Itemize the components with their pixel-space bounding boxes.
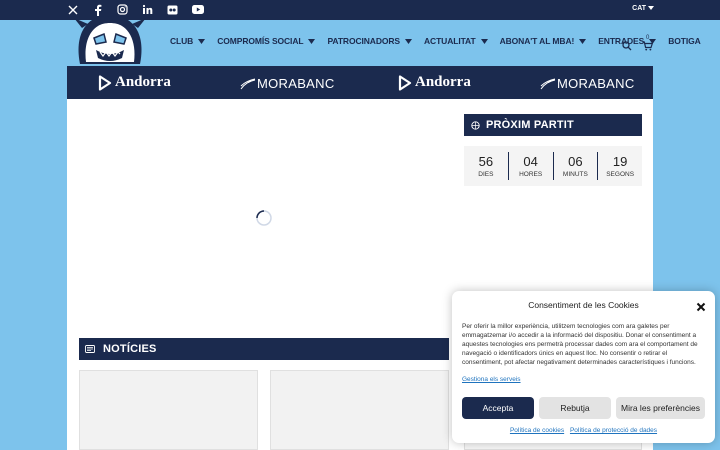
flickr-icon[interactable] [166,3,179,16]
chevron-down-icon [198,38,206,44]
loading-spinner-icon [255,209,273,227]
cart-count: 0 [646,35,650,41]
nav-label: PATROCINADORS [327,36,400,46]
morabanc-wave-icon [240,78,256,89]
nav-label: ACTUALITAT [424,36,476,46]
sponsor-andorra[interactable]: Andorra [398,74,471,91]
morabanc-wave-icon [540,78,556,89]
sponsor-morabanc[interactable]: MORABANC [240,76,335,91]
nav-item-patrocinadors[interactable]: PATROCINADORS [327,36,412,46]
chevron-down-icon [648,6,654,10]
sponsor-label: MORABANC [557,76,635,91]
youtube-icon[interactable] [191,3,204,16]
sponsor-label: Andorra [115,74,171,90]
language-label: CAT [632,5,647,12]
countdown-value: 19 [612,154,628,169]
chevron-down-icon [579,38,587,44]
countdown-value: 04 [523,154,538,169]
nav-label: COMPROMÍS SOCIAL [217,36,304,46]
nav-item-actualitat[interactable]: ACTUALITAT [424,36,488,46]
nav-item-compromis-social[interactable]: COMPROMÍS SOCIAL [217,36,316,46]
andorra-play-icon [98,74,112,91]
cookie-policy-link[interactable]: Política de cookies [510,427,564,434]
chevron-down-icon [480,38,488,44]
chevron-down-icon [308,38,316,44]
news-card[interactable] [270,370,449,450]
nav-item-abonat[interactable]: ABONA'T AL MBA! [500,36,587,46]
next-match-header: PRÒXIM PARTIT [464,114,642,136]
sponsor-label: MORABANC [257,76,335,91]
language-selector[interactable]: CAT [632,5,654,12]
accept-button[interactable]: Accepta [462,397,534,419]
cookie-links: Política de cookies Política de protecci… [452,427,715,434]
countdown-label: MINUTS [562,171,588,178]
countdown-label: DIES [478,171,494,178]
cookie-title: Consentiment de les Cookies [528,300,639,310]
countdown-days: 56 DIES [464,152,509,180]
countdown-hours: 04 HORES [509,152,554,180]
nav-item-club[interactable]: CLUB [170,36,206,46]
sponsor-andorra[interactable]: Andorra [98,74,171,91]
close-icon[interactable] [696,299,706,312]
manage-services-link[interactable]: Gestiona els serveis [462,376,521,383]
nav-tools: 0 [622,35,654,56]
sponsor-label: Andorra [415,74,471,90]
basketball-icon [470,120,480,130]
privacy-policy-link[interactable]: Política de protecció de dades [570,427,657,434]
club-logo[interactable] [72,14,148,70]
countdown-seconds: 19 SEGONS [598,152,642,180]
nav-label: BOTIGA [668,36,701,46]
newspaper-icon [85,345,95,353]
preferences-button[interactable]: Mira les preferències [616,397,705,419]
nav-label: ABONA'T AL MBA! [499,36,575,46]
countdown-label: HORES [519,171,543,178]
chevron-down-icon [405,38,412,44]
cookie-consent-dialog: Consentiment de les Cookies Per oferir l… [452,291,715,443]
cookie-text: Per oferir la millor experiència, utilit… [462,323,698,366]
sponsors-bar: Andorra MORABANC Andorra MORABANC [67,66,653,99]
next-match-title: PRÒXIM PARTIT [486,119,574,131]
countdown-value: 56 [478,154,494,169]
news-card[interactable] [79,370,258,450]
news-title: NOTÍCIES [103,343,157,355]
reject-button[interactable]: Rebutja [539,397,611,419]
andorra-play-icon [398,74,412,91]
countdown-value: 06 [568,154,583,169]
search-icon[interactable] [622,38,632,56]
countdown: 56 DIES 04 HORES 06 MINUTS 19 SEGONS [464,146,642,186]
nav-label: CLUB [170,36,194,46]
countdown-minutes: 06 MINUTS [554,152,599,180]
nav-item-botiga[interactable]: BOTIGA [668,36,701,46]
sponsor-morabanc[interactable]: MORABANC [540,76,635,91]
countdown-label: SEGONS [606,171,635,178]
news-header: NOTÍCIES [79,338,449,360]
